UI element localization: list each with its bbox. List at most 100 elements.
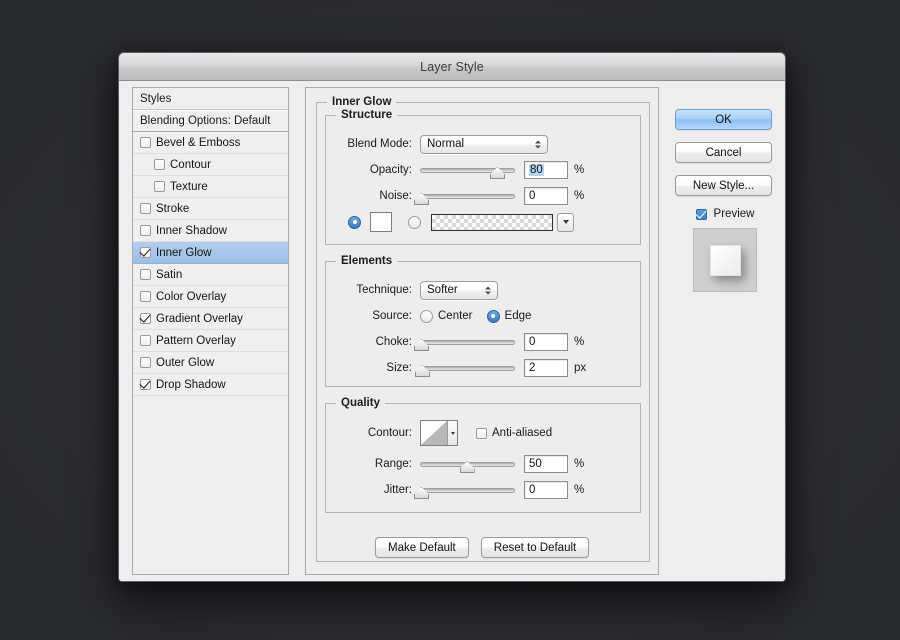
sidebar-item[interactable]: Contour: [133, 154, 288, 176]
dialog-titlebar[interactable]: Layer Style: [119, 53, 785, 81]
new-style-button[interactable]: New Style...: [675, 175, 772, 196]
sidebar-item-label: Texture: [170, 180, 208, 193]
fill-type-gradient-radio[interactable]: [408, 215, 421, 229]
blend-mode-select[interactable]: Normal: [420, 134, 548, 154]
sidebar-item[interactable]: Inner Glow: [133, 242, 288, 264]
preview-thumbnail: [693, 228, 757, 292]
effect-enable-checkbox[interactable]: [154, 181, 165, 192]
technique-select[interactable]: Softer: [420, 280, 498, 300]
size-input[interactable]: 2: [524, 359, 568, 377]
range-slider[interactable]: [420, 456, 515, 473]
fill-type-color-radio[interactable]: [348, 215, 361, 229]
preview-label: Preview: [713, 208, 755, 220]
technique-value: Softer: [427, 284, 458, 296]
sidebar-item[interactable]: Stroke: [133, 198, 288, 220]
jitter-unit: %: [574, 484, 585, 496]
effect-enable-checkbox[interactable]: [140, 313, 151, 324]
quality-group: Quality Contour: Anti-aliased Range: 50 …: [325, 397, 641, 513]
opacity-label: Opacity:: [369, 164, 412, 176]
effect-enable-checkbox[interactable]: [140, 291, 151, 302]
jitter-slider[interactable]: [414, 482, 515, 499]
sidebar-item[interactable]: Texture: [133, 176, 288, 198]
sidebar-item[interactable]: Bevel & Emboss: [133, 132, 288, 154]
structure-legend: Structure: [336, 109, 398, 121]
inner-glow-group: Inner Glow Structure Blend Mode: Normal …: [316, 96, 650, 562]
chevron-down-icon: [450, 431, 455, 435]
contour-dropdown-arrow[interactable]: [448, 421, 457, 445]
effect-enable-checkbox[interactable]: [140, 379, 151, 390]
cancel-button[interactable]: Cancel: [675, 142, 772, 163]
anti-aliased-label: Anti-aliased: [492, 427, 553, 439]
jitter-label: Jitter:: [383, 484, 412, 496]
stepper-arrows-icon: [484, 284, 491, 297]
dialog-body: Styles Blending Options: Default Bevel &…: [119, 81, 785, 581]
sidebar-item-label: Gradient Overlay: [156, 312, 243, 325]
sidebar-item-label: Outer Glow: [156, 356, 215, 369]
inner-glow-legend: Inner Glow: [327, 96, 397, 108]
choke-slider[interactable]: [414, 334, 515, 351]
preview-toggle-row[interactable]: Preview: [675, 208, 775, 220]
jitter-input[interactable]: 0: [524, 481, 568, 499]
sidebar-item-label: Stroke: [156, 202, 190, 215]
effect-enable-checkbox[interactable]: [140, 225, 151, 236]
source-center-radio[interactable]: [420, 309, 433, 323]
source-edge-label: Edge: [504, 310, 532, 322]
noise-slider-track: [420, 194, 515, 199]
sidebar-item[interactable]: Drop Shadow: [133, 374, 288, 396]
sidebar-item[interactable]: Outer Glow: [133, 352, 288, 374]
opacity-value: 80: [529, 164, 544, 176]
structure-group: Structure Blend Mode: Normal Opacity: 80…: [325, 109, 641, 245]
source-label: Source:: [372, 310, 412, 322]
effect-enable-checkbox[interactable]: [154, 159, 165, 170]
reset-to-default-button[interactable]: Reset to Default: [480, 537, 590, 558]
chevron-down-icon: [562, 220, 569, 224]
noise-slider[interactable]: [414, 188, 515, 205]
contour-preset-picker[interactable]: [420, 420, 458, 446]
sidebar-item-label: Pattern Overlay: [156, 334, 236, 347]
choke-label: Choke:: [375, 336, 412, 348]
quality-legend: Quality: [336, 397, 385, 409]
noise-label: Noise:: [379, 190, 412, 202]
choke-value: 0: [529, 336, 536, 348]
range-value: 50: [529, 458, 542, 470]
effect-enable-checkbox[interactable]: [140, 137, 151, 148]
choke-slider-track: [420, 340, 515, 345]
effect-enable-checkbox[interactable]: [140, 247, 151, 258]
sidebar-item[interactable]: Satin: [133, 264, 288, 286]
sidebar-item-styles[interactable]: Styles: [133, 88, 288, 110]
source-edge-radio[interactable]: [486, 309, 500, 323]
noise-value: 0: [529, 190, 536, 202]
sidebar-styles-label: Styles: [140, 92, 172, 105]
sidebar-item[interactable]: Gradient Overlay: [133, 308, 288, 330]
elements-legend: Elements: [336, 255, 398, 267]
blend-mode-value: Normal: [427, 138, 465, 150]
size-slider[interactable]: [414, 360, 515, 377]
noise-input[interactable]: 0: [524, 187, 568, 205]
sidebar-item[interactable]: Pattern Overlay: [133, 330, 288, 352]
effect-options-panel: Inner Glow Structure Blend Mode: Normal …: [305, 87, 659, 575]
effect-enable-checkbox[interactable]: [140, 203, 151, 214]
sidebar-item-blending-options[interactable]: Blending Options: Default: [133, 110, 288, 132]
effect-enable-checkbox[interactable]: [140, 269, 151, 280]
source-center-label: Center: [438, 310, 473, 322]
opacity-slider[interactable]: [420, 162, 515, 179]
choke-input[interactable]: 0: [524, 333, 568, 351]
ok-button[interactable]: OK: [675, 109, 772, 130]
preview-checkbox[interactable]: [695, 208, 707, 220]
sidebar-item[interactable]: Inner Shadow: [133, 220, 288, 242]
sidebar-item[interactable]: Color Overlay: [133, 286, 288, 308]
glow-gradient-preview[interactable]: [431, 213, 553, 231]
gradient-picker-button[interactable]: [557, 212, 574, 232]
effect-enable-checkbox[interactable]: [140, 335, 151, 346]
contour-label: Contour:: [367, 427, 412, 439]
make-default-button[interactable]: Make Default: [375, 537, 469, 558]
glow-color-swatch[interactable]: [370, 212, 392, 232]
sidebar-blending-options-label: Blending Options: Default: [140, 114, 271, 127]
opacity-input[interactable]: 80: [524, 161, 568, 179]
effect-enable-checkbox[interactable]: [140, 357, 151, 368]
dialog-actions: OK Cancel New Style... Preview: [675, 109, 775, 292]
noise-unit: %: [574, 190, 585, 202]
range-input[interactable]: 50: [524, 455, 568, 473]
anti-aliased-checkbox[interactable]: [476, 427, 487, 439]
sidebar-item-label: Color Overlay: [156, 290, 227, 303]
